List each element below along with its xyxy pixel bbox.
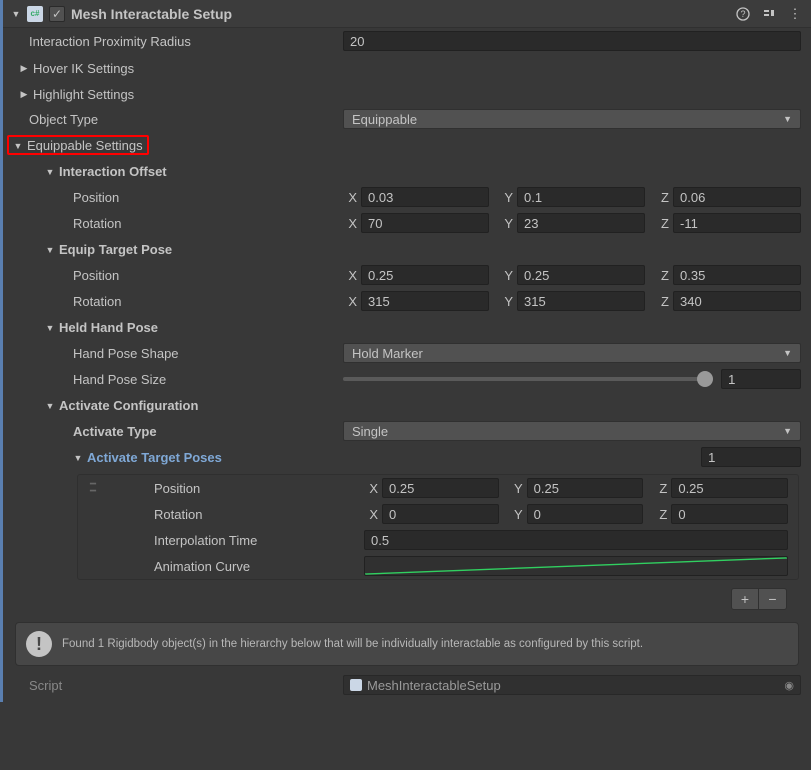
highlight-row: ▶Highlight Settings — [3, 80, 811, 106]
activate-target-poses-row: ▼Activate Target Poses — [3, 444, 811, 470]
hand-pose-shape-dropdown[interactable]: Hold Marker ▼ — [343, 343, 801, 363]
hand-pose-size-row: Hand Pose Size — [3, 366, 811, 392]
hand-pose-shape-row: Hand Pose Shape Hold Marker ▼ — [3, 340, 811, 366]
activate-target-poses-foldout[interactable]: ▼Activate Target Poses — [73, 450, 222, 465]
drag-handle-icon[interactable]: ━━ — [90, 481, 104, 495]
script-row: Script MeshInteractableSetup ◉ — [3, 672, 811, 702]
atp-rot-z[interactable] — [671, 504, 788, 524]
atp-interp-time[interactable] — [364, 530, 788, 550]
info-text: Found 1 Rigidbody object(s) in the hiera… — [62, 638, 643, 650]
etp-pos-y[interactable] — [517, 265, 645, 285]
atp-pos-x[interactable] — [382, 478, 499, 498]
io-pos-z[interactable] — [673, 187, 801, 207]
component-panel: ▼ c# ✓ Mesh Interactable Setup ? ⋮ Inter… — [0, 0, 811, 702]
etp-pos-x[interactable] — [361, 265, 489, 285]
equippable-settings-row: ▼Equippable Settings — [3, 132, 811, 158]
equippable-settings-foldout[interactable]: ▼Equippable Settings — [13, 138, 143, 153]
etp-pos-z[interactable] — [673, 265, 801, 285]
io-pos-x[interactable] — [361, 187, 489, 207]
foldout-toggle[interactable]: ▼ — [11, 9, 21, 19]
interaction-offset-foldout[interactable]: ▼Interaction Offset — [45, 164, 167, 179]
activate-config-foldout[interactable]: ▼Activate Configuration — [45, 398, 198, 413]
equippable-settings-highlight: ▼Equippable Settings — [7, 135, 149, 156]
array-remove-button[interactable]: − — [759, 588, 787, 610]
enable-checkbox[interactable]: ✓ — [49, 6, 65, 22]
menu-icon[interactable]: ⋮ — [787, 6, 803, 22]
interaction-offset-position-row: Position X Y Z — [3, 184, 811, 210]
info-box: ! Found 1 Rigidbody object(s) in the hie… — [15, 622, 799, 666]
object-type-row: Object Type Equippable ▼ — [3, 106, 811, 132]
etp-rotation-row: Rotation X Y Z — [3, 288, 811, 314]
slider-handle[interactable] — [697, 371, 713, 387]
activate-type-row: Activate Type Single ▼ — [3, 418, 811, 444]
object-type-dropdown[interactable]: Equippable ▼ — [343, 109, 801, 129]
proximity-radius-row: Interaction Proximity Radius — [3, 28, 811, 54]
chevron-down-icon: ▼ — [783, 348, 792, 358]
info-icon: ! — [26, 631, 52, 657]
io-pos-y[interactable] — [517, 187, 645, 207]
array-add-button[interactable]: + — [731, 588, 759, 610]
chevron-down-icon: ▼ — [783, 114, 792, 124]
highlight-foldout[interactable]: ▶Highlight Settings — [19, 87, 134, 102]
proximity-radius-input[interactable] — [343, 31, 801, 51]
atp-pos-z[interactable] — [671, 478, 788, 498]
interaction-offset-rotation-row: Rotation X Y Z — [3, 210, 811, 236]
equip-target-pose-row: ▼Equip Target Pose — [3, 236, 811, 262]
target-pose-array-box: ━━ Position X Y Z Rotation X Y Z I — [77, 474, 799, 580]
etp-rot-x[interactable] — [361, 291, 489, 311]
component-header: ▼ c# ✓ Mesh Interactable Setup ? ⋮ — [3, 0, 811, 28]
hover-ik-foldout[interactable]: ▶Hover IK Settings — [19, 61, 134, 76]
atp-pos-y[interactable] — [527, 478, 644, 498]
target-pose-item-0: ━━ Position X Y Z Rotation X Y Z I — [78, 475, 798, 579]
chevron-down-icon: ▼ — [783, 426, 792, 436]
script-label: Script — [13, 678, 343, 693]
svg-text:?: ? — [740, 9, 745, 19]
hand-pose-size-slider[interactable] — [343, 377, 713, 381]
preset-icon[interactable] — [761, 6, 777, 22]
activate-type-dropdown[interactable]: Single ▼ — [343, 421, 801, 441]
component-title: Mesh Interactable Setup — [71, 6, 729, 22]
object-type-label: Object Type — [13, 112, 343, 127]
script-mini-icon — [350, 679, 362, 691]
equip-target-pose-foldout[interactable]: ▼Equip Target Pose — [45, 242, 172, 257]
held-hand-pose-foldout[interactable]: ▼Held Hand Pose — [45, 320, 158, 335]
atp-rot-x[interactable] — [382, 504, 499, 524]
help-icon[interactable]: ? — [735, 6, 751, 22]
held-hand-pose-row: ▼Held Hand Pose — [3, 314, 811, 340]
atp-rot-y[interactable] — [527, 504, 644, 524]
proximity-radius-label: Interaction Proximity Radius — [13, 34, 343, 49]
etp-position-row: Position X Y Z — [3, 262, 811, 288]
hover-ik-row: ▶Hover IK Settings — [3, 54, 811, 80]
script-icon: c# — [27, 6, 43, 22]
io-rot-y[interactable] — [517, 213, 645, 233]
activate-config-row: ▼Activate Configuration — [3, 392, 811, 418]
object-picker-icon[interactable]: ◉ — [784, 679, 794, 692]
hand-pose-size-input[interactable] — [721, 369, 801, 389]
etp-rot-y[interactable] — [517, 291, 645, 311]
script-field[interactable]: MeshInteractableSetup ◉ — [343, 675, 801, 695]
etp-rot-z[interactable] — [673, 291, 801, 311]
interaction-offset-row: ▼Interaction Offset — [3, 158, 811, 184]
animation-curve-field[interactable] — [364, 556, 788, 576]
activate-target-poses-count[interactable] — [701, 447, 801, 467]
array-footer: + − — [77, 584, 799, 616]
io-rot-z[interactable] — [673, 213, 801, 233]
io-rot-x[interactable] — [361, 213, 489, 233]
